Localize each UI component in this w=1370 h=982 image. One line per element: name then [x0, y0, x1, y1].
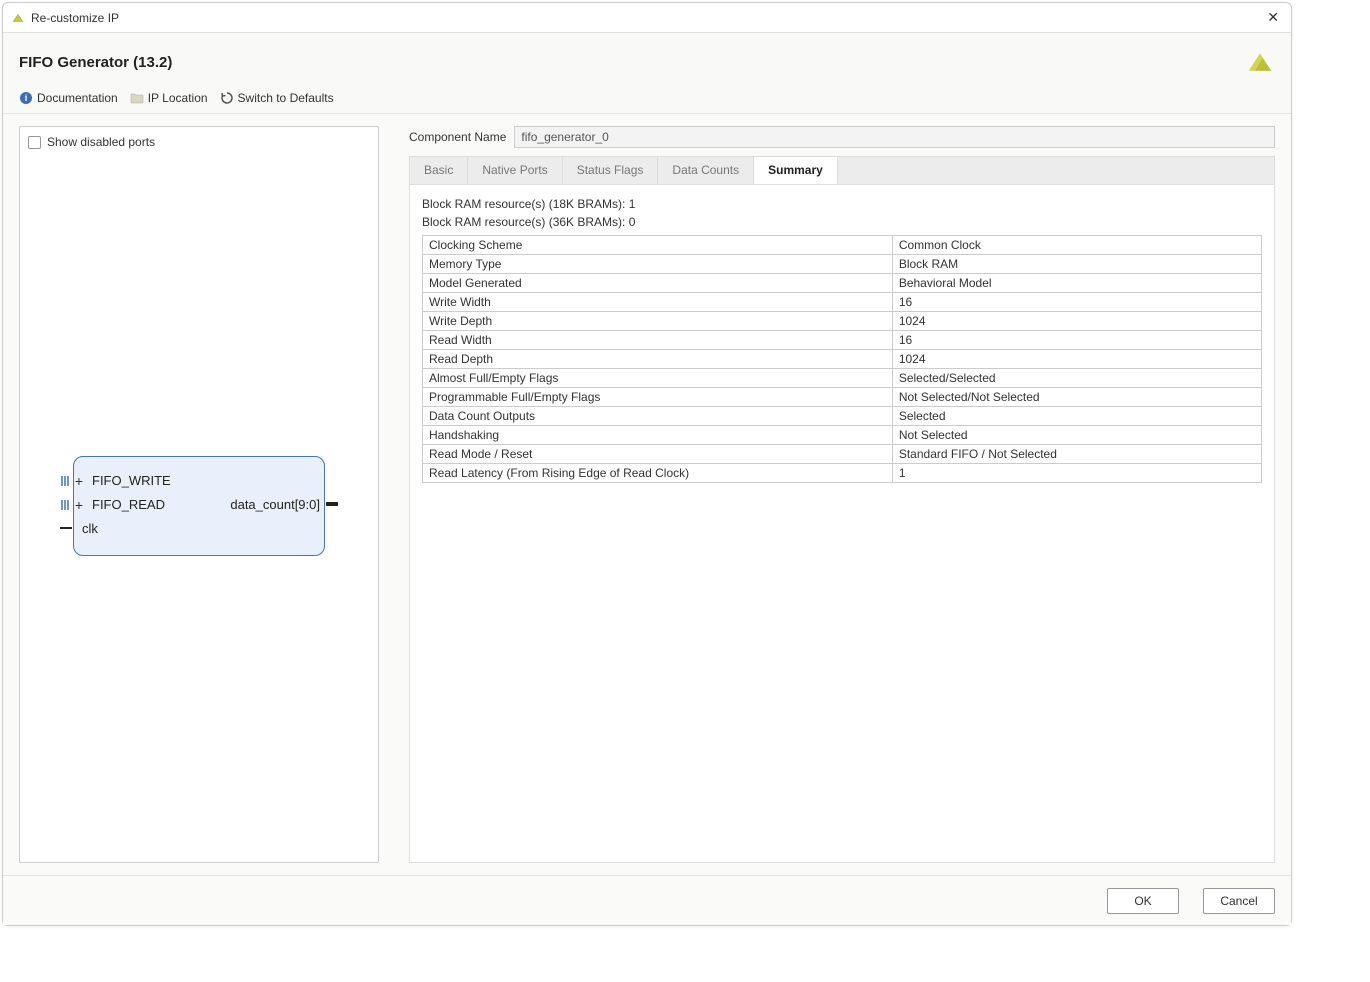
summary-value: Standard FIFO / Not Selected: [892, 445, 1261, 464]
table-row: Almost Full/Empty FlagsSelected/Selected: [423, 369, 1262, 388]
summary-key: Write Width: [423, 293, 893, 312]
port-fifo-write[interactable]: + FIFO_WRITE: [60, 473, 171, 489]
wire-icon: [326, 502, 338, 506]
checkbox-icon: [28, 136, 41, 149]
port-label: FIFO_READ: [92, 497, 165, 512]
svg-text:i: i: [25, 93, 28, 103]
component-name-label: Component Name: [409, 130, 506, 144]
ip-location-label: IP Location: [148, 91, 208, 105]
table-row: Data Count OutputsSelected: [423, 407, 1262, 426]
table-row: Read Mode / ResetStandard FIFO / Not Sel…: [423, 445, 1262, 464]
wire-icon: [60, 527, 72, 529]
ip-symbol-area: + FIFO_WRITE + FIFO_READ clk: [28, 157, 370, 854]
vivado-logo-large-icon: [1245, 47, 1275, 77]
port-label: data_count[9:0]: [230, 497, 320, 512]
summary-value: Behavioral Model: [892, 274, 1261, 293]
table-row: HandshakingNot Selected: [423, 426, 1262, 445]
summary-value: 16: [892, 331, 1261, 350]
close-button[interactable]: ✕: [1263, 9, 1283, 26]
summary-value: Selected: [892, 407, 1261, 426]
tab-status-flags[interactable]: Status Flags: [563, 157, 659, 184]
tab-content-summary: Block RAM resource(s) (18K BRAMs): 1 Blo…: [409, 184, 1275, 863]
summary-key: Programmable Full/Empty Flags: [423, 388, 893, 407]
port-data-count[interactable]: data_count[9:0]: [230, 497, 338, 512]
tab-summary[interactable]: Summary: [754, 157, 838, 185]
summary-key: Memory Type: [423, 255, 893, 274]
port-label: clk: [82, 521, 98, 536]
summary-key: Handshaking: [423, 426, 893, 445]
ip-location-link[interactable]: IP Location: [130, 91, 208, 105]
expand-icon: +: [72, 473, 86, 489]
summary-value: Common Clock: [892, 236, 1261, 255]
component-name-row: Component Name: [409, 126, 1275, 148]
summary-key: Read Mode / Reset: [423, 445, 893, 464]
table-row: Write Depth1024: [423, 312, 1262, 331]
refresh-icon: [220, 91, 234, 105]
summary-key: Almost Full/Empty Flags: [423, 369, 893, 388]
documentation-label: Documentation: [37, 91, 118, 105]
summary-table: Clocking SchemeCommon ClockMemory TypeBl…: [422, 235, 1262, 483]
tab-data-counts[interactable]: Data Counts: [658, 157, 754, 184]
summary-key: Read Depth: [423, 350, 893, 369]
summary-value: 16: [892, 293, 1261, 312]
summary-value: Not Selected: [892, 426, 1261, 445]
ip-block-symbol[interactable]: + FIFO_WRITE + FIFO_READ clk: [73, 456, 325, 556]
window-title: Re-customize IP: [31, 11, 119, 25]
summary-value: Selected/Selected: [892, 369, 1261, 388]
config-panel: Component Name Basic Native Ports Status…: [409, 126, 1275, 863]
summary-key: Read Width: [423, 331, 893, 350]
port-clk[interactable]: clk: [60, 521, 98, 536]
content-area: Show disabled ports + FIFO_WRITE: [3, 114, 1291, 875]
table-row: Write Width16: [423, 293, 1262, 312]
folder-icon: [130, 91, 144, 105]
bus-icon: [60, 499, 70, 511]
component-name-input[interactable]: [514, 126, 1275, 148]
show-disabled-ports-checkbox[interactable]: Show disabled ports: [28, 135, 370, 149]
vivado-logo-icon: [11, 11, 25, 25]
port-label: FIFO_WRITE: [92, 473, 171, 488]
show-disabled-label: Show disabled ports: [47, 135, 155, 149]
bram-18k-info: Block RAM resource(s) (18K BRAMs): 1: [422, 197, 1262, 211]
bus-icon: [60, 475, 70, 487]
summary-key: Clocking Scheme: [423, 236, 893, 255]
summary-key: Write Depth: [423, 312, 893, 331]
table-row: Memory TypeBlock RAM: [423, 255, 1262, 274]
table-row: Programmable Full/Empty FlagsNot Selecte…: [423, 388, 1262, 407]
expand-icon: +: [72, 497, 86, 513]
tab-native-ports[interactable]: Native Ports: [468, 157, 562, 184]
table-row: Read Latency (From Rising Edge of Read C…: [423, 464, 1262, 483]
dialog-footer: OK Cancel: [3, 875, 1291, 925]
switch-defaults-link[interactable]: Switch to Defaults: [220, 91, 334, 105]
ok-button[interactable]: OK: [1107, 888, 1179, 914]
summary-key: Data Count Outputs: [423, 407, 893, 426]
summary-value: Not Selected/Not Selected: [892, 388, 1261, 407]
summary-key: Read Latency (From Rising Edge of Read C…: [423, 464, 893, 483]
table-row: Clocking SchemeCommon Clock: [423, 236, 1262, 255]
port-fifo-read[interactable]: + FIFO_READ: [60, 497, 165, 513]
switch-defaults-label: Switch to Defaults: [238, 91, 334, 105]
bram-36k-info: Block RAM resource(s) (36K BRAMs): 0: [422, 215, 1262, 229]
summary-value: 1: [892, 464, 1261, 483]
page-title: FIFO Generator (13.2): [19, 54, 172, 71]
header-section: FIFO Generator (13.2) i Documentation IP…: [3, 33, 1291, 114]
documentation-link[interactable]: i Documentation: [19, 91, 118, 105]
tabs-bar: Basic Native Ports Status Flags Data Cou…: [409, 156, 1275, 184]
tab-basic[interactable]: Basic: [410, 157, 468, 184]
summary-value: 1024: [892, 312, 1261, 331]
table-row: Model GeneratedBehavioral Model: [423, 274, 1262, 293]
summary-value: 1024: [892, 350, 1261, 369]
recustomize-ip-window: Re-customize IP ✕ FIFO Generator (13.2) …: [2, 2, 1292, 926]
summary-key: Model Generated: [423, 274, 893, 293]
titlebar: Re-customize IP ✕: [3, 3, 1291, 33]
summary-value: Block RAM: [892, 255, 1261, 274]
cancel-button[interactable]: Cancel: [1203, 888, 1275, 914]
info-icon: i: [19, 91, 33, 105]
ip-symbol-panel: Show disabled ports + FIFO_WRITE: [19, 126, 379, 863]
table-row: Read Width16: [423, 331, 1262, 350]
table-row: Read Depth1024: [423, 350, 1262, 369]
